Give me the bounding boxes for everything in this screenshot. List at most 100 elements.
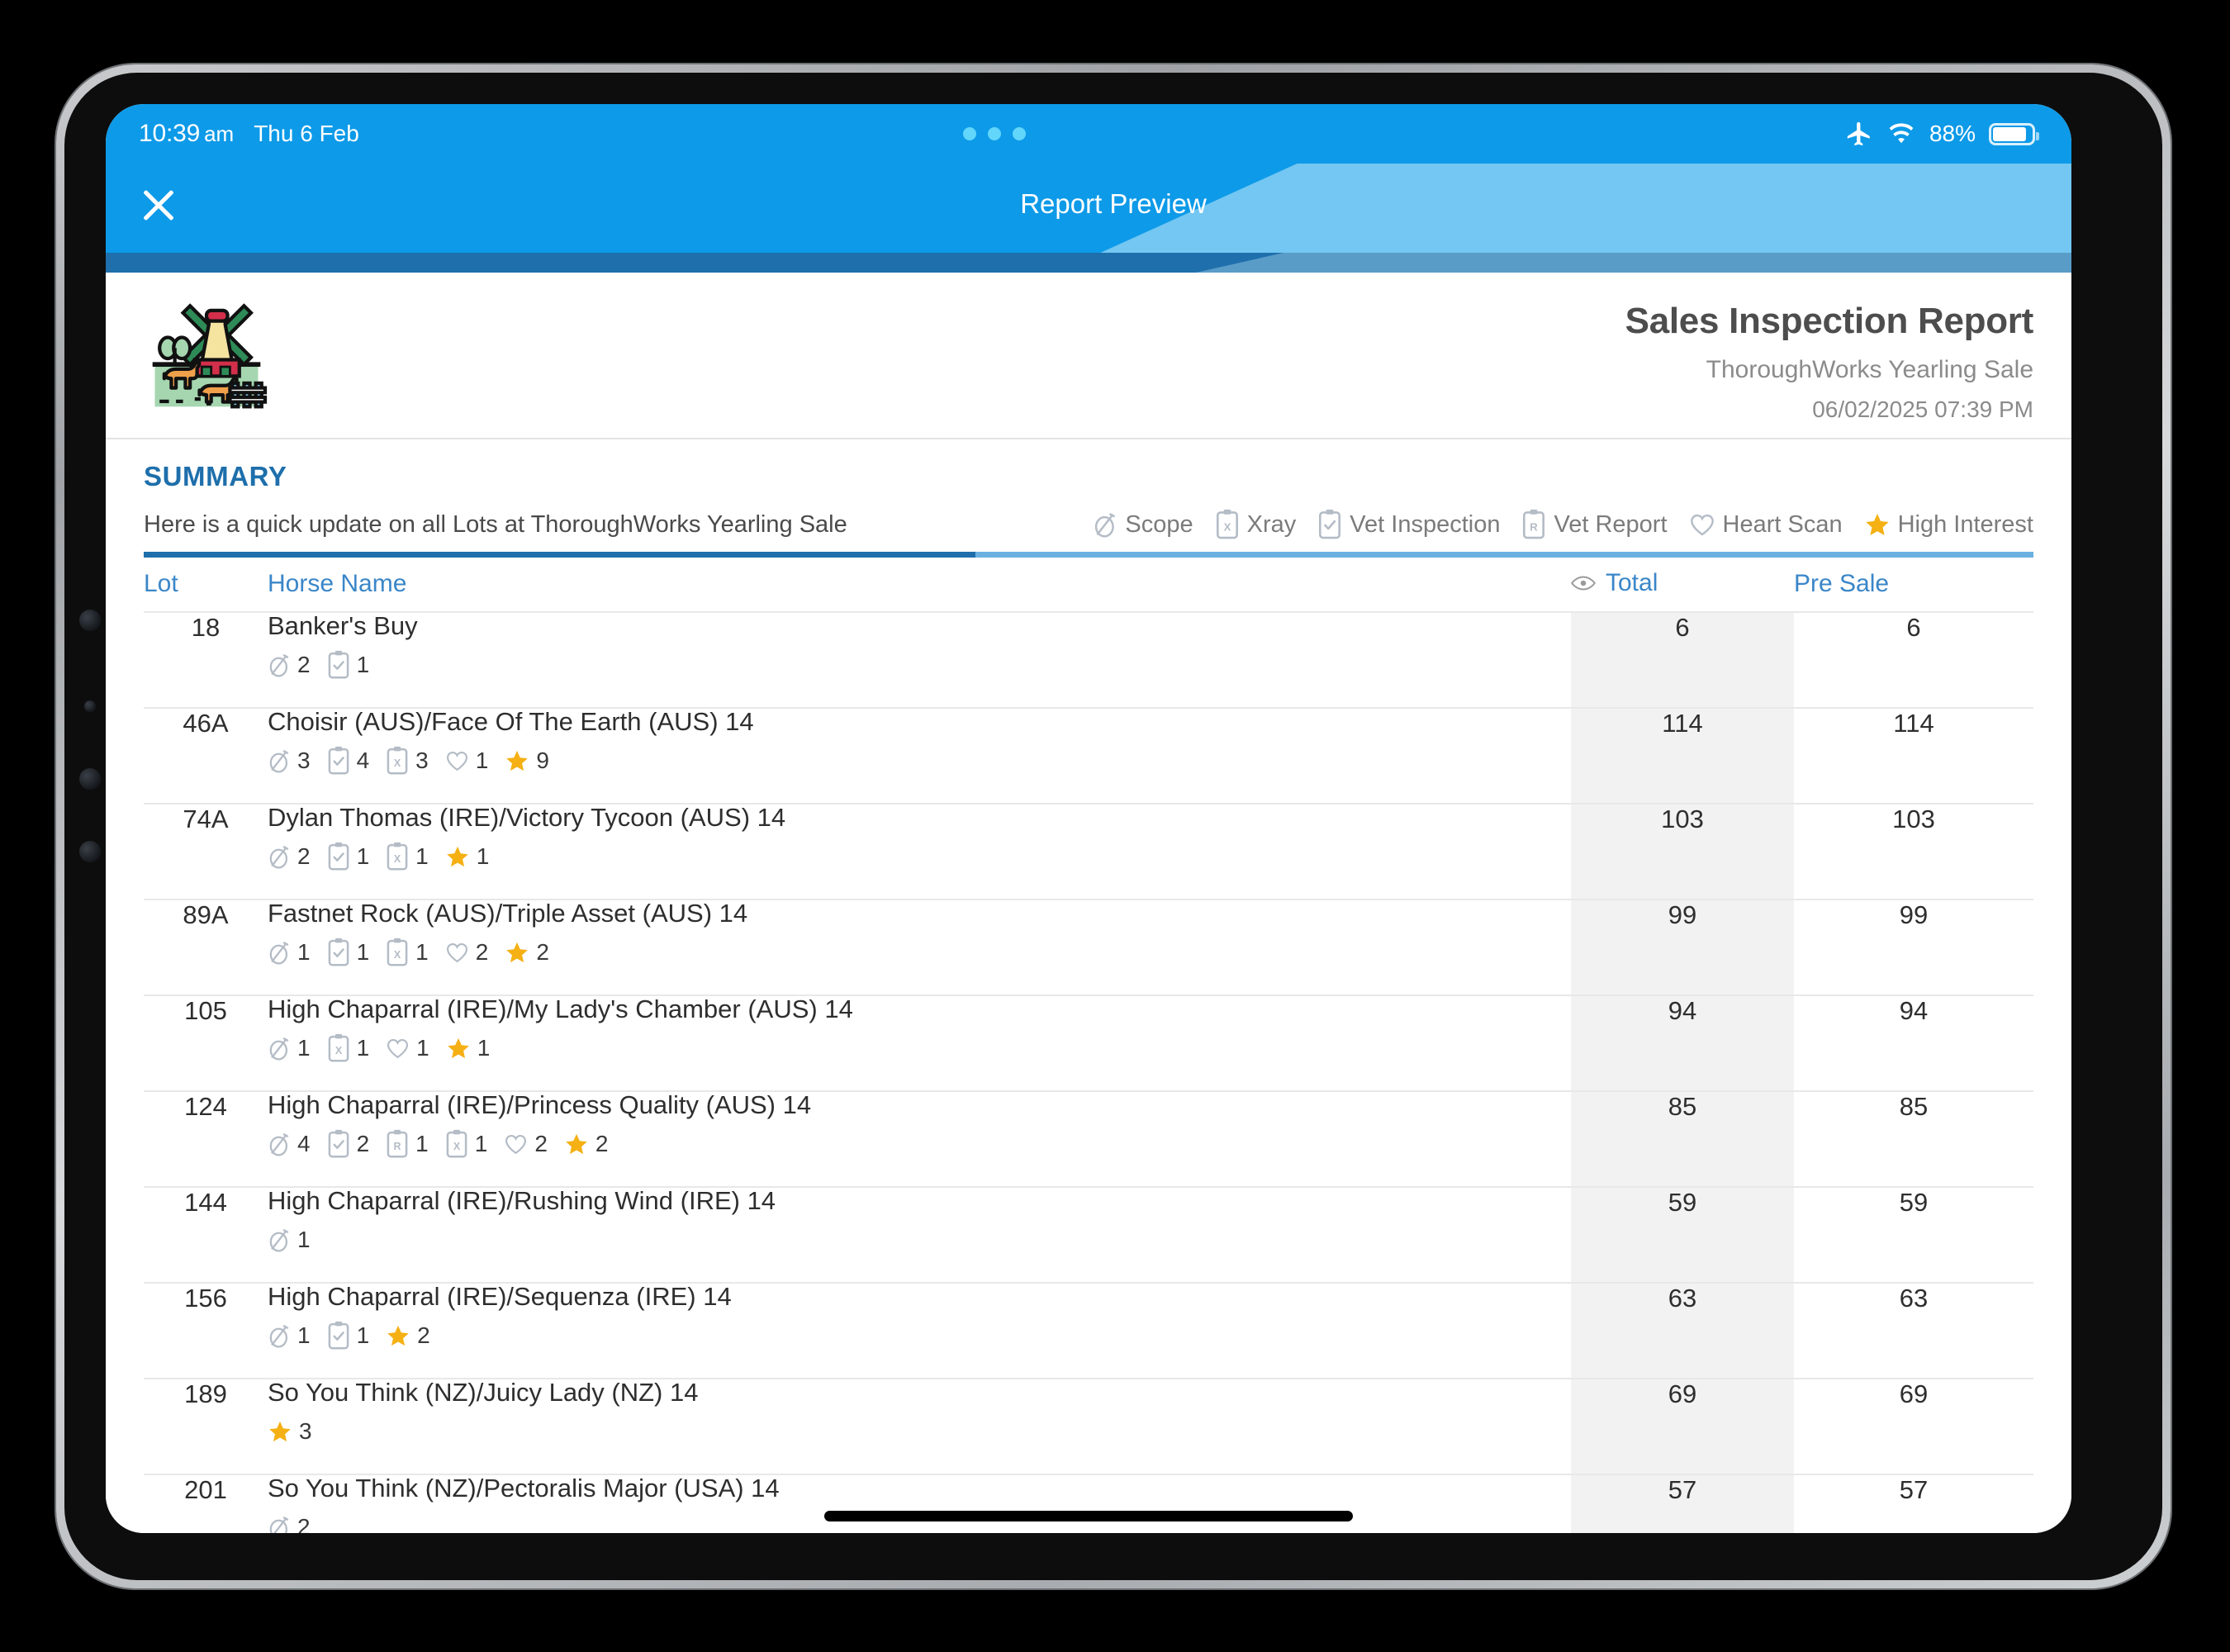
device-screen: 10:39 am Thu 6 Feb 88% Report Preview Sa… xyxy=(106,104,2071,1533)
xray-icon: X xyxy=(445,1129,468,1159)
cell-pre-sale: 6 xyxy=(1794,611,2033,708)
table-row[interactable]: 156 High Chaparral (IRE)/Sequenza (IRE) 1… xyxy=(144,1282,2033,1379)
battery-icon xyxy=(1989,122,2039,145)
cell-horse-name: Fastnet Rock (AUS)/Triple Asset (AUS) 14… xyxy=(268,899,1571,995)
table-header-row: Lot Horse Name Total Pre Sale xyxy=(144,558,2033,612)
chip-count: 1 xyxy=(415,938,429,965)
chip-count: 2 xyxy=(417,1322,430,1348)
table-row[interactable]: 201 So You Think (NZ)/Pectoralis Major (U… xyxy=(144,1474,2033,1533)
table-row[interactable]: 124 High Chaparral (IRE)/Princess Quality… xyxy=(144,1090,2033,1187)
legend-label-xray: Xray xyxy=(1246,510,1297,538)
xray-icon: X xyxy=(1215,509,1240,540)
wifi-icon xyxy=(1886,121,1916,146)
chip-xray: X1 xyxy=(386,938,429,967)
inspection-chip-list: 21X11 xyxy=(268,842,1571,871)
table-head: Lot Horse Name Total Pre Sale xyxy=(144,558,2033,612)
table-row[interactable]: 105 High Chaparral (IRE)/My Lady's Chambe… xyxy=(144,995,2033,1091)
horse-name-text: High Chaparral (IRE)/Princess Quality (A… xyxy=(268,1090,812,1119)
xray-icon: X xyxy=(327,1033,350,1063)
table-row[interactable]: 46A Choisir (AUS)/Face Of The Earth (AUS)… xyxy=(144,707,2033,804)
nav-bottom-strip xyxy=(106,253,2071,273)
legend-label-scope: Scope xyxy=(1125,510,1193,538)
cell-pre-sale: 59 xyxy=(1794,1186,2033,1283)
chip-count: 1 xyxy=(356,1034,370,1061)
chip-vet_inspection: 2 xyxy=(327,1129,369,1159)
cell-lot: 189 xyxy=(144,1378,268,1474)
cell-horse-name: Choisir (AUS)/Face Of The Earth (AUS) 14… xyxy=(268,707,1571,804)
cell-total: 63 xyxy=(1571,1282,1794,1379)
horse-name-text: Choisir (AUS)/Face Of The Earth (AUS) 14 xyxy=(268,707,754,736)
column-header-lot[interactable]: Lot xyxy=(144,558,268,612)
scope-icon xyxy=(268,1130,291,1158)
loading-dots-icon xyxy=(963,127,1027,140)
chip-count: 1 xyxy=(475,747,489,773)
status-bar-center xyxy=(359,127,1845,140)
chip-scope: 1 xyxy=(268,1226,311,1254)
chip-vet_inspection: 1 xyxy=(327,938,369,967)
chip-scope: 1 xyxy=(268,1322,311,1350)
svg-text:R: R xyxy=(1530,520,1539,533)
cell-lot: 89A xyxy=(144,899,268,995)
inspection-chip-list: 34X319 xyxy=(268,746,1571,776)
cell-total: 94 xyxy=(1571,995,1794,1091)
page-title: Sales Inspection Report xyxy=(1625,301,2034,341)
scope-icon xyxy=(268,651,291,679)
chip-heart_scan: 2 xyxy=(445,939,488,966)
cell-horse-name: So You Think (NZ)/Juicy Lady (NZ) 14 3 xyxy=(268,1378,1571,1474)
cell-lot: 105 xyxy=(144,995,268,1091)
sensor-dot xyxy=(84,700,96,712)
column-header-horse-name[interactable]: Horse Name xyxy=(268,558,1571,612)
scope-icon xyxy=(268,1513,291,1533)
chip-count: 1 xyxy=(476,843,490,869)
legend-row: Here is a quick update on all Lots at Th… xyxy=(106,492,2071,552)
chip-scope: 4 xyxy=(268,1130,311,1158)
horse-name-text: Fastnet Rock (AUS)/Triple Asset (AUS) 14 xyxy=(268,899,748,928)
high-interest-icon xyxy=(386,1324,410,1347)
status-bar-right: 88% xyxy=(1845,120,2039,148)
cell-total: 69 xyxy=(1571,1378,1794,1474)
cell-pre-sale: 103 xyxy=(1794,803,2033,900)
cell-pre-sale: 63 xyxy=(1794,1282,2033,1379)
home-indicator[interactable] xyxy=(824,1511,1353,1521)
chip-vet_inspection: 1 xyxy=(327,650,369,680)
table-row[interactable]: 189 So You Think (NZ)/Juicy Lady (NZ) 14 3… xyxy=(144,1378,2033,1474)
vet-inspection-icon xyxy=(1317,509,1342,540)
vet-inspection-icon xyxy=(327,746,350,776)
chip-count: 1 xyxy=(416,1034,429,1061)
cell-pre-sale: 99 xyxy=(1794,899,2033,995)
heart-icon xyxy=(1689,512,1715,537)
table-row[interactable]: 89A Fastnet Rock (AUS)/Triple Asset (AUS)… xyxy=(144,899,2033,995)
inspection-chip-list: 42R1X122 xyxy=(268,1129,1571,1159)
device-bezel: 10:39 am Thu 6 Feb 88% Report Preview Sa… xyxy=(64,73,2162,1580)
scope-icon xyxy=(268,1034,291,1062)
horse-name-text: So You Think (NZ)/Juicy Lady (NZ) 14 xyxy=(268,1378,699,1407)
chip-count: 1 xyxy=(356,843,370,869)
vet-inspection-icon xyxy=(327,938,350,967)
column-header-pre-sale[interactable]: Pre Sale xyxy=(1794,558,2033,612)
cell-lot: 124 xyxy=(144,1090,268,1187)
cell-horse-name: High Chaparral (IRE)/Princess Quality (A… xyxy=(268,1090,1571,1187)
chip-count: 1 xyxy=(415,843,429,869)
chip-count: 2 xyxy=(534,1130,548,1156)
svg-text:X: X xyxy=(1223,520,1231,533)
report-header: Sales Inspection Report ThoroughWorks Ye… xyxy=(106,273,2071,438)
chip-count: 4 xyxy=(356,747,370,773)
cell-horse-name: High Chaparral (IRE)/My Lady's Chamber (… xyxy=(268,995,1571,1091)
horse-name-text: Banker's Buy xyxy=(268,611,418,640)
column-header-total[interactable]: Total xyxy=(1571,558,1794,612)
chip-high_interest: 2 xyxy=(386,1322,430,1349)
chip-count: 2 xyxy=(297,651,311,677)
cell-horse-name: Dylan Thomas (IRE)/Victory Tycoon (AUS) … xyxy=(268,803,1571,900)
table-row[interactable]: 18 Banker's Buy 2 1 6 6 xyxy=(144,611,2033,708)
xray-icon: X xyxy=(386,746,409,776)
table-row[interactable]: 74A Dylan Thomas (IRE)/Victory Tycoon (AU… xyxy=(144,803,2033,900)
vet-inspection-icon xyxy=(327,1321,350,1351)
table-row[interactable]: 144 High Chaparral (IRE)/Rushing Wind (IR… xyxy=(144,1186,2033,1283)
chip-scope: 3 xyxy=(268,747,311,775)
high-interest-icon xyxy=(446,1037,471,1060)
inspection-chip-list: 1X111 xyxy=(268,1033,1571,1063)
vet-inspection-icon xyxy=(327,650,350,680)
chip-count: 1 xyxy=(415,1130,429,1156)
chip-scope: 2 xyxy=(268,843,311,871)
high-interest-icon xyxy=(445,845,470,868)
